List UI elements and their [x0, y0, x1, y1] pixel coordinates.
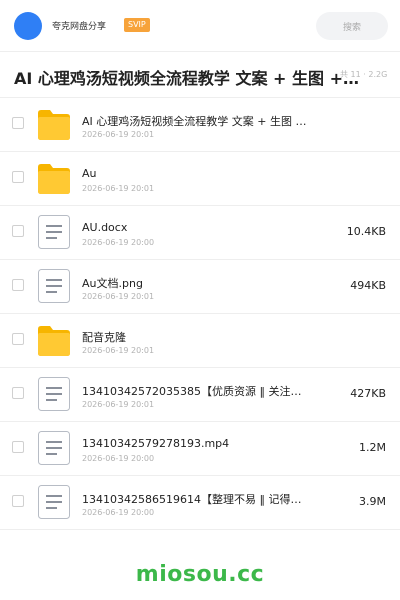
top-header: 夸克网盘分享 SVIP 搜索: [0, 0, 400, 52]
file-name[interactable]: AU.docx: [82, 221, 312, 234]
document-icon: [38, 485, 70, 519]
file-size: 3.9M: [359, 495, 386, 508]
svip-badge: SVIP: [124, 18, 150, 32]
file-size: 427KB: [350, 387, 386, 400]
file-row[interactable]: 配音克隆 2026-06-19 20:01: [0, 314, 400, 368]
file-name[interactable]: AI 心理鸡汤短视频全流程教学 文案 + 生图 + 配音 + 剪辑: [82, 113, 312, 129]
file-row[interactable]: 13410342586519614【整理不易 ‖ 记得点赞】 2026-06-19…: [0, 476, 400, 530]
select-checkbox[interactable]: [12, 171, 24, 183]
share-title: AI 心理鸡汤短视频全流程教学 文案 + 生图 + 配音 + 剪辑: [14, 69, 364, 88]
document-icon: [38, 215, 70, 249]
file-date: 2026-06-19 20:00: [82, 454, 155, 463]
file-row[interactable]: 13410342579278193.mp4 2026-06-19 20:00 1.2…: [0, 422, 400, 476]
file-name[interactable]: 13410342572035385【优质资源 ‖ 关注我获取更多】: [82, 383, 312, 399]
folder-icon: [38, 323, 70, 357]
document-icon: [38, 269, 70, 303]
file-name[interactable]: 13410342579278193.mp4: [82, 437, 312, 450]
share-title-bar: AI 心理鸡汤短视频全流程教学 文案 + 生图 + 配音 + 剪辑 共 11 ·…: [0, 52, 400, 98]
select-checkbox[interactable]: [12, 279, 24, 291]
document-icon: [38, 377, 70, 411]
avatar[interactable]: [14, 12, 42, 40]
file-date: 2026-06-19 20:01: [82, 292, 155, 301]
file-name[interactable]: 13410342586519614【整理不易 ‖ 记得点赞】: [82, 491, 312, 507]
select-checkbox[interactable]: [12, 387, 24, 399]
file-row[interactable]: Au 2026-06-19 20:01: [0, 152, 400, 206]
file-name[interactable]: Au: [82, 167, 312, 180]
file-row[interactable]: AI 心理鸡汤短视频全流程教学 文案 + 生图 + 配音 + 剪辑2026-06…: [0, 98, 400, 152]
file-row[interactable]: Au文档.png 2026-06-19 20:01 494KB: [0, 260, 400, 314]
select-checkbox[interactable]: [12, 225, 24, 237]
select-checkbox[interactable]: [12, 333, 24, 345]
file-list: AI 心理鸡汤短视频全流程教学 文案 + 生图 + 配音 + 剪辑2026-06…: [0, 98, 400, 530]
file-date: 2026-06-19 20:01: [82, 184, 155, 193]
search-label: 搜索: [342, 22, 361, 33]
file-row[interactable]: 13410342572035385【优质资源 ‖ 关注我获取更多】2026-06…: [0, 368, 400, 422]
select-checkbox[interactable]: [12, 441, 24, 453]
file-date: 2026-06-19 20:01: [82, 346, 155, 355]
watermark: miosou.cc: [135, 562, 265, 587]
document-icon: [38, 431, 70, 465]
file-date: 2026-06-19 20:01: [82, 400, 155, 409]
select-checkbox[interactable]: [12, 495, 24, 507]
file-row[interactable]: AU.docx 2026-06-19 20:00 10.4KB: [0, 206, 400, 260]
file-size: 494KB: [350, 279, 386, 292]
folder-icon: [38, 107, 70, 141]
file-date: 2026-06-19 20:01: [82, 130, 155, 139]
file-date: 2026-06-19 20:00: [82, 238, 155, 247]
file-name[interactable]: Au文档.png: [82, 275, 312, 291]
search-box[interactable]: 搜索: [316, 12, 388, 40]
file-size: 1.2M: [359, 441, 386, 454]
file-date: 2026-06-19 20:00: [82, 508, 155, 517]
file-name[interactable]: 配音克隆: [82, 329, 312, 345]
folder-icon: [38, 161, 70, 195]
brand-name: 夸克网盘分享: [52, 22, 107, 32]
select-checkbox[interactable]: [12, 117, 24, 129]
file-size: 10.4KB: [346, 225, 386, 238]
share-meta: 共 11 · 2.2G: [340, 70, 388, 79]
